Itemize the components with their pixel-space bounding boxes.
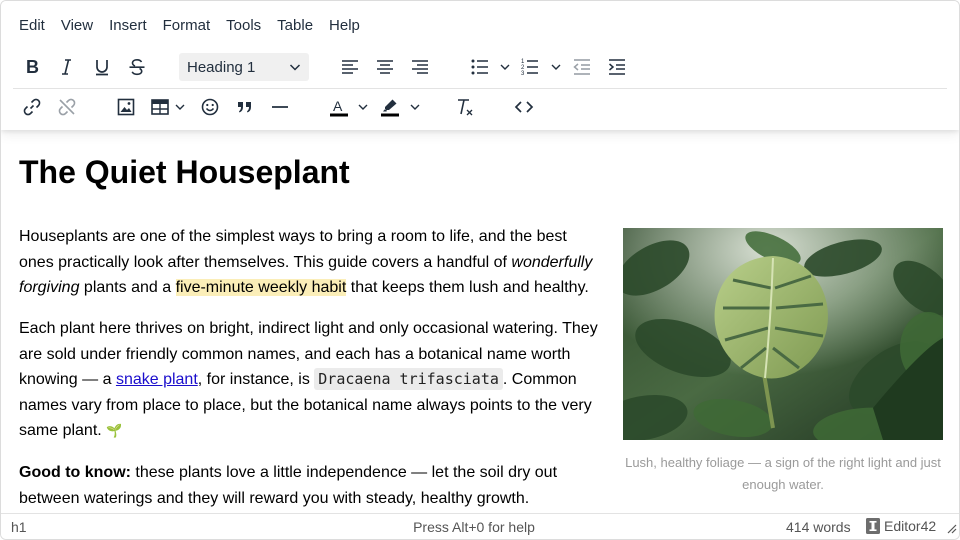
text-run: Houseplants are one of the simplest ways…: [19, 228, 567, 271]
paragraph-tip: Good to know: these plants love a little…: [19, 460, 604, 511]
monstera-photo[interactable]: [623, 228, 943, 440]
emoji-button[interactable]: [193, 89, 227, 125]
bullet-list-dropdown[interactable]: [497, 49, 513, 85]
menu-insert[interactable]: Insert: [101, 13, 155, 39]
chevron-down-icon: [289, 64, 301, 71]
menu-format[interactable]: Format: [155, 13, 219, 39]
brand-link[interactable]: Editor42: [866, 518, 936, 534]
document-title: The Quiet Houseplant: [19, 154, 350, 190]
editor-header: Edit View Insert Format Tools Table Help…: [1, 1, 959, 130]
emoji-icon: [201, 98, 219, 116]
toolbar-row-2-inner: A: [13, 89, 947, 125]
image-button[interactable]: [109, 89, 143, 125]
clear-formatting-button[interactable]: [448, 89, 482, 125]
chevron-down-icon: [551, 64, 561, 70]
chevron-down-icon: [358, 104, 368, 110]
bullet-list-icon: [471, 59, 488, 75]
align-right-button[interactable]: [403, 49, 437, 85]
indent-icon: [609, 59, 625, 75]
resize-handle-icon[interactable]: [947, 524, 957, 534]
blockquote-icon: [238, 102, 251, 113]
chevron-down-icon: [500, 64, 510, 70]
editor-content[interactable]: The Quiet Houseplant Houseplants are one…: [1, 130, 959, 513]
unlink-icon: [58, 98, 76, 116]
underline-icon: [96, 60, 108, 76]
align-left-icon: [342, 60, 358, 74]
word-count[interactable]: 414 words: [786, 519, 851, 535]
chevron-down-icon: [175, 104, 185, 110]
strikethrough-button[interactable]: [120, 49, 154, 85]
table-dropdown[interactable]: [172, 89, 188, 125]
seedling-icon: 🌱: [106, 423, 123, 438]
bullet-list-button[interactable]: [463, 49, 497, 85]
highlight-color-icon: [381, 99, 399, 117]
figure-caption: Lush, healthy foliage — a sign of the ri…: [625, 455, 941, 492]
text-color-button[interactable]: A: [322, 89, 356, 125]
block-format-select[interactable]: Heading 1: [179, 53, 309, 81]
indent-button[interactable]: [600, 49, 634, 85]
toolbar-row-2: A: [13, 88, 947, 124]
highlight-color-dropdown[interactable]: [407, 89, 423, 125]
block-format-value: Heading 1: [187, 58, 256, 76]
link-icon: [23, 98, 41, 116]
menu-help[interactable]: Help: [321, 13, 368, 39]
horizontal-rule-button[interactable]: [263, 89, 297, 125]
underline-button[interactable]: [85, 49, 119, 85]
italic-button[interactable]: [50, 49, 84, 85]
brand-name: Editor42: [884, 518, 937, 534]
align-center-button[interactable]: [368, 49, 402, 85]
text-run: plants and a: [79, 279, 176, 296]
snake-plant-link[interactable]: snake plant: [116, 371, 198, 388]
unlink-button[interactable]: [50, 89, 84, 125]
clear-formatting-icon: [458, 99, 473, 116]
align-center-icon: [377, 60, 393, 74]
paragraph-botanical: Each plant here thrives on bright, indir…: [19, 316, 604, 444]
table-icon: [151, 99, 169, 115]
menu-table[interactable]: Table: [269, 13, 321, 39]
menu-edit[interactable]: Edit: [11, 13, 53, 39]
numbered-list-icon: 123: [521, 59, 538, 77]
text-run: that keeps them lush and healthy.: [346, 279, 589, 296]
highlight-color-button[interactable]: [373, 89, 407, 125]
italic-icon: [62, 59, 71, 75]
toolbar-row-1: B Heading 1 1 2 3: [13, 49, 947, 85]
link-button[interactable]: [15, 89, 49, 125]
text-color-dropdown[interactable]: [355, 89, 371, 125]
image-icon: [117, 98, 135, 116]
menu-view[interactable]: View: [53, 13, 101, 39]
menubar: Edit View Insert Format Tools Table Help: [11, 13, 368, 39]
source-code-button[interactable]: [507, 89, 541, 125]
menu-tools[interactable]: Tools: [218, 13, 269, 39]
svg-text:B: B: [26, 57, 39, 77]
horizontal-rule-icon: [272, 106, 288, 108]
bold-button[interactable]: B: [15, 49, 49, 85]
botanical-name-code: Dracaena trifasciata: [314, 368, 503, 390]
bold-icon: B: [26, 57, 39, 77]
brand-logo-icon: [866, 518, 880, 534]
numbered-list-dropdown[interactable]: [548, 49, 564, 85]
chevron-down-icon: [410, 104, 420, 110]
text-run: , for instance, is: [197, 371, 315, 388]
align-left-button[interactable]: [333, 49, 367, 85]
numbered-list-button[interactable]: 123: [513, 49, 547, 85]
paragraph-intro: Houseplants are one of the simplest ways…: [19, 224, 604, 301]
source-code-icon: [514, 101, 534, 113]
highlighted-text: five-minute weekly habit: [175, 279, 347, 296]
statusbar: h1 Press Alt+0 for help 414 words Editor…: [1, 513, 959, 539]
outdent-icon: [573, 59, 590, 75]
svg-text:A: A: [333, 98, 343, 114]
align-right-icon: [412, 60, 428, 74]
blockquote-button[interactable]: [228, 89, 262, 125]
svg-text:3: 3: [521, 71, 525, 77]
editor-container: Edit View Insert Format Tools Table Help…: [0, 0, 960, 540]
text-color-icon: A: [330, 98, 348, 117]
outdent-button[interactable]: [565, 49, 599, 85]
figure[interactable]: Lush, healthy foliage — a sign of the ri…: [623, 228, 943, 496]
strong-label: Good to know:: [19, 464, 131, 481]
strikethrough-icon: [129, 58, 145, 76]
